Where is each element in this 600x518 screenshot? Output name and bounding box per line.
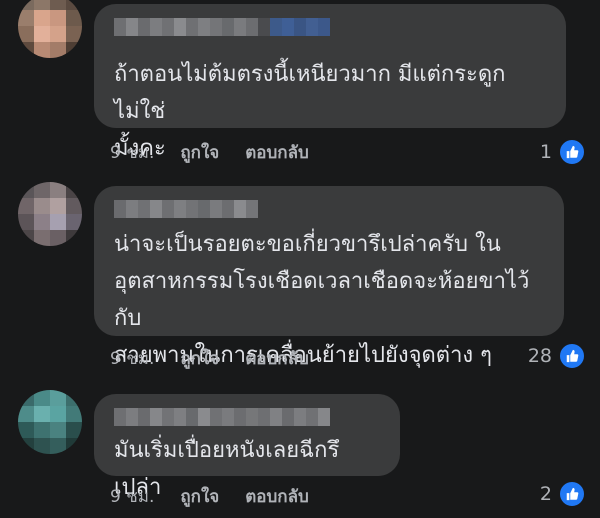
comment-time[interactable]: 9 ชม. [110,483,154,510]
commenter-name-blurred[interactable] [114,18,330,36]
like-icon [558,138,586,166]
comment-bubble: ถ้าตอนไม่ต้มตรงนี้เหนียวมาก มีแต่กระดูกไ… [94,4,566,161]
like-button[interactable]: ถูกใจ [180,139,219,166]
commenter-name-blurred[interactable] [114,200,258,218]
like-button[interactable]: ถูกใจ [180,483,219,510]
reaction-count: 2 [539,483,552,505]
reaction-summary[interactable]: 2 [540,478,586,510]
like-button[interactable]: ถูกใจ [180,345,219,372]
comment-time[interactable]: 9 ชม. [110,139,154,166]
reaction-count: 1 [539,141,552,163]
reply-button[interactable]: ตอบกลับ [245,139,309,166]
comment-bubble: น่าจะเป็นรอยตะขอเกี่ยวขารึเปล่าครับ ใน อ… [94,186,564,368]
reaction-summary[interactable]: 1 [540,136,586,168]
reaction-count: 28 [527,345,552,367]
avatar[interactable] [18,390,82,454]
like-icon [558,342,586,370]
like-icon [558,480,586,508]
comment-actions: 9 ชม. ถูกใจ ตอบกลับ [110,140,309,164]
reply-button[interactable]: ตอบกลับ [245,345,309,372]
comment-time[interactable]: 9 ชม. [110,345,154,372]
comment-actions: 9 ชม. ถูกใจ ตอบกลับ [110,484,309,508]
commenter-name-blurred[interactable] [114,408,330,426]
avatar[interactable] [18,0,82,58]
reaction-summary[interactable]: 28 [528,340,586,372]
avatar[interactable] [18,182,82,246]
comment-actions: 9 ชม. ถูกใจ ตอบกลับ [110,346,309,370]
comment-bubble: มันเริ่มเปื่อยหนังเลยฉีกรึเปล่า [94,394,400,500]
reply-button[interactable]: ตอบกลับ [245,483,309,510]
